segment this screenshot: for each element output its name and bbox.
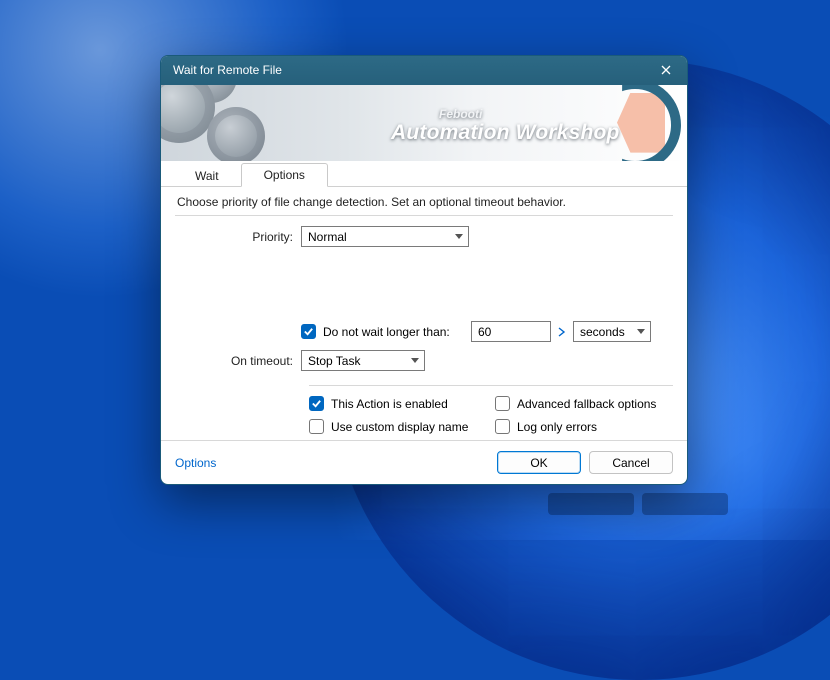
custom-name-checkbox[interactable] <box>309 419 324 434</box>
banner: Febooti Automation Workshop <box>161 85 687 161</box>
background-shadow <box>548 493 634 515</box>
advanced-checkbox[interactable] <box>495 396 510 411</box>
timeout-unit-select[interactable]: seconds <box>573 321 651 342</box>
close-button[interactable] <box>651 59 681 81</box>
enabled-label[interactable]: This Action is enabled <box>331 397 448 411</box>
cancel-button[interactable]: Cancel <box>589 451 673 474</box>
options-grid: This Action is enabled Advanced fallback… <box>309 396 673 434</box>
divider <box>309 385 673 386</box>
priority-select[interactable]: Normal <box>301 226 469 247</box>
arrow-right-icon <box>558 327 566 337</box>
ring-icon <box>589 85 681 161</box>
banner-text: Febooti Automation Workshop <box>391 107 620 145</box>
dialog-wait-for-remote-file: Wait for Remote File Febooti Automation … <box>160 55 688 485</box>
window-title: Wait for Remote File <box>173 63 651 77</box>
tab-wait[interactable]: Wait <box>173 165 241 187</box>
ok-button[interactable]: OK <box>497 451 581 474</box>
product-name: Automation Workshop <box>391 121 620 145</box>
background-shadow <box>642 493 728 515</box>
timeout-row: Do not wait longer than: seconds <box>175 321 673 342</box>
options-link[interactable]: Options <box>175 456 216 470</box>
custom-name-label[interactable]: Use custom display name <box>331 420 468 434</box>
content-pane: Choose priority of file change detection… <box>161 187 687 440</box>
tab-options[interactable]: Options <box>241 163 328 187</box>
on-timeout-label: On timeout: <box>175 354 301 368</box>
gear-icon <box>207 107 265 161</box>
titlebar: Wait for Remote File <box>161 56 687 85</box>
variable-picker-button[interactable] <box>555 321 569 342</box>
tab-bar: Wait Options <box>161 161 687 187</box>
log-errors-checkbox[interactable] <box>495 419 510 434</box>
close-icon <box>661 65 671 75</box>
enabled-checkbox[interactable] <box>309 396 324 411</box>
check-icon <box>311 398 322 409</box>
advanced-label[interactable]: Advanced fallback options <box>517 397 656 411</box>
on-timeout-select[interactable]: Stop Task <box>301 350 425 371</box>
banner-logo <box>589 85 681 161</box>
timeout-checkbox-label[interactable]: Do not wait longer than: <box>323 325 471 339</box>
timeout-checkbox[interactable] <box>301 324 316 339</box>
dialog-footer: Options OK Cancel <box>161 440 687 484</box>
check-icon <box>303 326 314 337</box>
timeout-value-input[interactable] <box>471 321 551 342</box>
log-errors-label[interactable]: Log only errors <box>517 420 597 434</box>
description-text: Choose priority of file change detection… <box>175 195 673 209</box>
priority-row: Priority: Normal <box>175 226 673 247</box>
on-timeout-row: On timeout: Stop Task <box>175 350 673 371</box>
priority-label: Priority: <box>175 230 301 244</box>
divider <box>175 215 673 216</box>
